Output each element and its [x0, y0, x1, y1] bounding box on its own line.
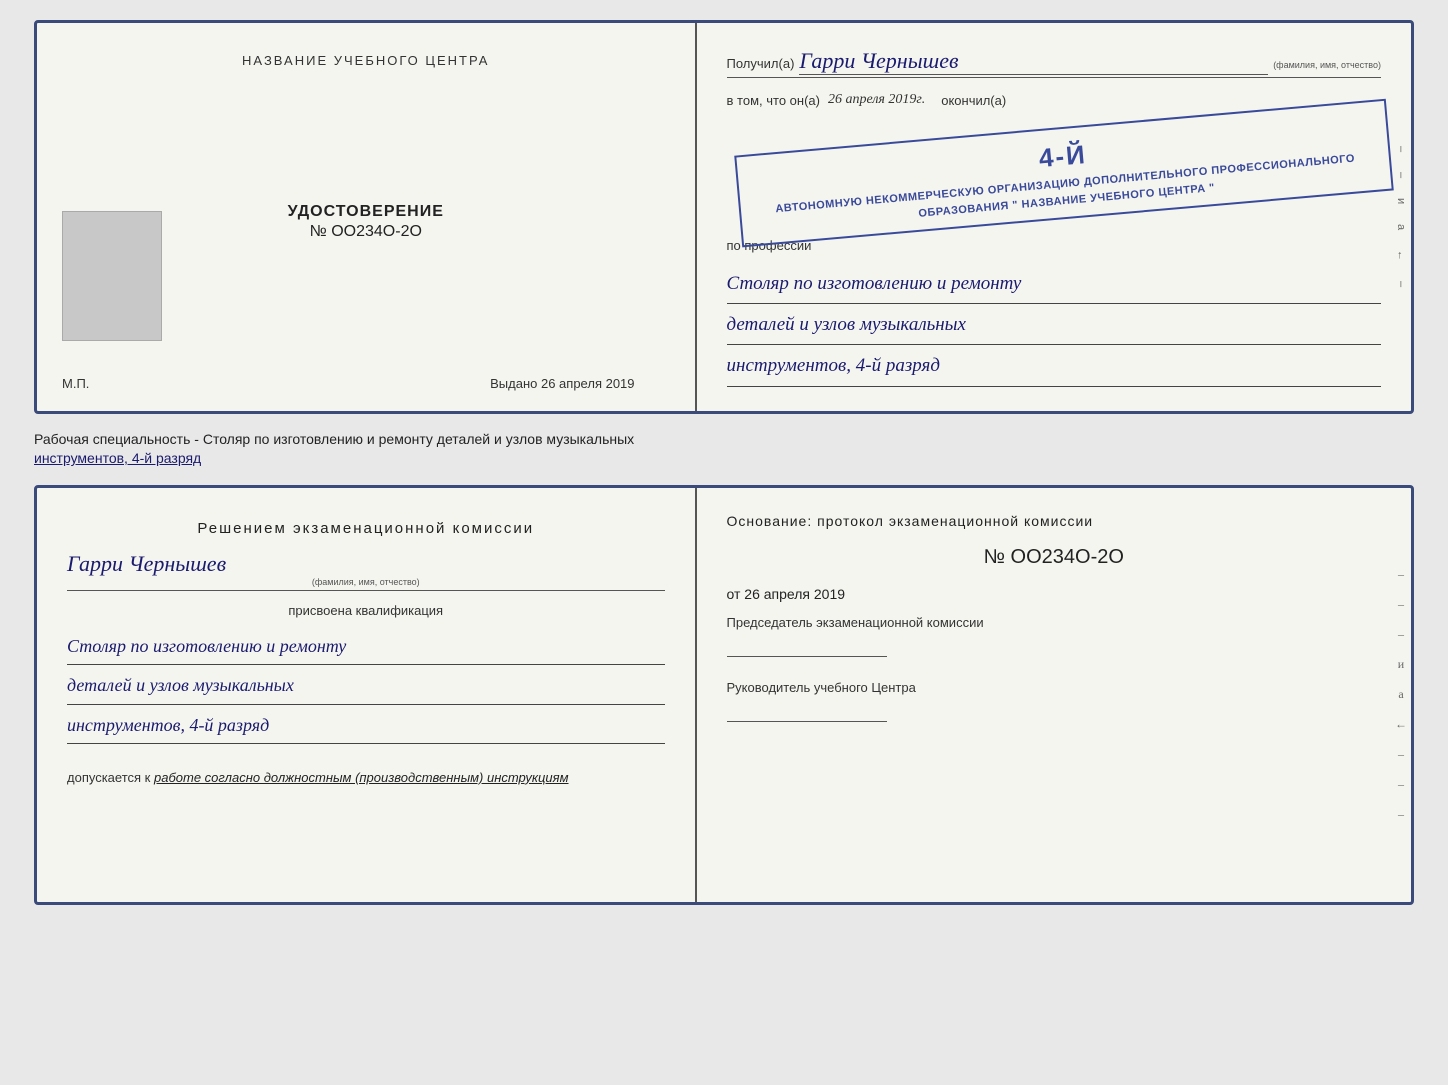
vtom-date: 26 апреля 2019г. [828, 92, 925, 108]
side-dash-3: – [1395, 281, 1407, 287]
photo-placeholder [62, 211, 162, 341]
osnovanie-title: Основание: протокол экзаменационной коми… [727, 513, 1381, 529]
ot-date: 26 апреля 2019 [744, 586, 845, 602]
vtom-line: в том, что он(а) 26 апреля 2019г. окончи… [727, 92, 1381, 108]
predsedatel-block: Председатель экзаменационной комиссии [727, 614, 1381, 657]
bottom-dash-5: – [1398, 777, 1404, 792]
bottom-profession-line3: инструментов, 4-й разряд [67, 709, 665, 744]
recipient-name-bottom: Гарри Чернышев [67, 551, 665, 577]
bottom-dash-3: – [1398, 627, 1404, 642]
diploma-bottom: Решением экзаменационной комиссии Гарри … [34, 485, 1414, 905]
bottom-char-i: и [1398, 657, 1404, 672]
bottom-dash-1: – [1398, 567, 1404, 582]
middle-label: Рабочая специальность - Столяр по изгото… [34, 426, 1414, 473]
predsedatel-signature-line [727, 656, 887, 657]
dopuskaetsya-line: допускается к работе согласно должностны… [67, 770, 665, 785]
side-strip-top: – – и а ← – [1391, 23, 1411, 411]
rukovoditel-label: Руководитель учебного Центра [727, 679, 1381, 697]
profession-top: Столяр по изготовлению и ремонту деталей… [727, 267, 1381, 391]
side-dash-1: – [1395, 146, 1407, 152]
reshenie-title: Решением экзаменационной комиссии [67, 518, 665, 539]
profession-line1: Столяр по изготовлению и ремонту [727, 267, 1381, 304]
poluchil-label: Получил(а) [727, 56, 795, 71]
poluchil-line: Получил(а) Гарри Чернышев (фамилия, имя,… [727, 48, 1381, 78]
bottom-dash-2: – [1398, 597, 1404, 612]
center-title: НАЗВАНИЕ УЧЕБНОГО ЦЕНТРА [242, 53, 489, 68]
recipient-name-top: Гарри Чернышев [799, 48, 1268, 75]
bottom-arrow: ← [1395, 717, 1407, 732]
side-strip-bottom: – – – и а ← – – – [1391, 488, 1411, 902]
middle-label-text2: инструментов, 4-й разряд [34, 450, 201, 466]
bottom-profession-line1: Столяр по изготовлению и ремонту [67, 630, 665, 665]
bottom-dash-6: – [1398, 807, 1404, 822]
ot-date-line: от 26 апреля 2019 [727, 586, 1381, 602]
vydano-label: Выдано [490, 376, 537, 391]
bottom-number: № OO234O-2O [727, 546, 1381, 569]
profession-line3: инструментов, 4-й разряд [727, 349, 1381, 386]
prisvoyena-label: присвоена квалификация [67, 603, 665, 618]
bottom-dash-4: – [1398, 747, 1404, 762]
bottom-char-a: а [1398, 687, 1403, 702]
mp-label: М.П. [62, 376, 89, 391]
rukovoditel-signature-line [727, 721, 887, 722]
diploma-bottom-right-panel: Основание: протокол экзаменационной коми… [697, 488, 1411, 902]
fio-note-top: (фамилия, имя, отчество) [1273, 60, 1381, 70]
stamp-block: 4-й АВТОНОМНУЮ НЕКОММЕРЧЕСКУЮ ОРГАНИЗАЦИ… [734, 99, 1394, 248]
vtom-prefix: в том, что он(а) [727, 93, 820, 108]
diploma-bottom-left-panel: Решением экзаменационной комиссии Гарри … [37, 488, 697, 902]
bottom-name-block: Гарри Чернышев (фамилия, имя, отчество) [67, 551, 665, 591]
side-char-i: и [1395, 198, 1407, 204]
predsedatel-label: Председатель экзаменационной комиссии [727, 614, 1381, 632]
middle-label-text: Рабочая специальность - Столяр по изгото… [34, 431, 634, 447]
side-char-a: а [1395, 224, 1407, 230]
dopuskaetsya-text: работе согласно должностным (производств… [154, 770, 569, 785]
profession-bottom: Столяр по изготовлению и ремонту деталей… [67, 630, 665, 748]
fio-note-bottom: (фамилия, имя, отчество) [67, 577, 665, 587]
profession-line2: деталей и узлов музыкальных [727, 308, 1381, 345]
ot-prefix: от [727, 586, 741, 602]
okonchil-label: окончил(а) [941, 93, 1006, 108]
udostoverenie-block: УДОСТОВЕРЕНИЕ № OO234O-2O [288, 203, 444, 241]
vydano-date: 26 апреля 2019 [541, 376, 635, 391]
udostoverenie-label: УДОСТОВЕРЕНИЕ [288, 203, 444, 221]
dopuskaetsya-label: допускается к [67, 770, 150, 785]
diploma-top: НАЗВАНИЕ УЧЕБНОГО ЦЕНТРА УДОСТОВЕРЕНИЕ №… [34, 20, 1414, 414]
rukovoditel-block: Руководитель учебного Центра [727, 679, 1381, 722]
bottom-profession-line2: деталей и узлов музыкальных [67, 669, 665, 704]
side-dash-2: – [1395, 172, 1407, 178]
diploma-right-panel: Получил(а) Гарри Чернышев (фамилия, имя,… [697, 23, 1411, 411]
diploma-left-panel: НАЗВАНИЕ УЧЕБНОГО ЦЕНТРА УДОСТОВЕРЕНИЕ №… [37, 23, 697, 411]
side-arrow: ← [1395, 250, 1407, 261]
po-professii-label: по профессии [727, 238, 1381, 253]
vydano-line: Выдано 26 апреля 2019 [490, 376, 634, 391]
udostoverenie-number: № OO234O-2O [288, 223, 444, 241]
